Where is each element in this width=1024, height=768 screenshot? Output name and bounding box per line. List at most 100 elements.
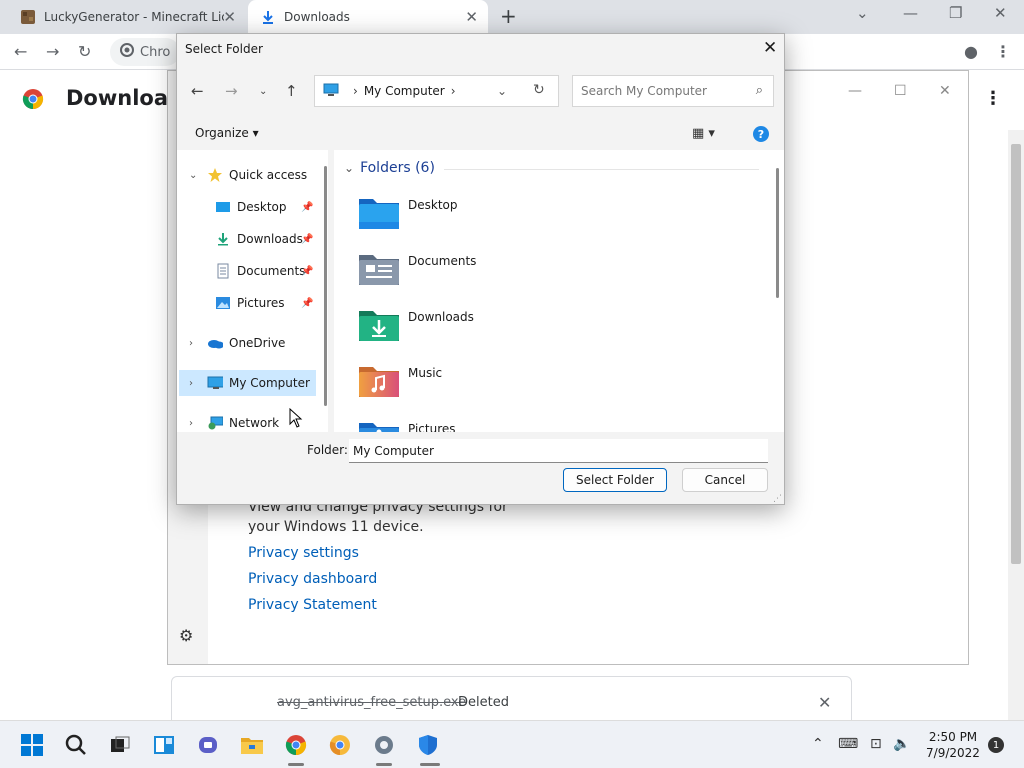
navigation-pane: ⌄ Quick access Desktop 📌 Downloads 📌 Doc… — [177, 150, 324, 432]
search-box[interactable]: Search My Computer ⌕ — [572, 75, 774, 107]
windows-security-icon[interactable] — [416, 733, 440, 757]
nav-downloads[interactable]: Downloads 📌 — [215, 226, 313, 252]
content-scrollbar[interactable] — [771, 150, 784, 432]
help-icon[interactable]: ? — [753, 126, 769, 142]
more-options-icon[interactable]: ⋮ — [984, 88, 1002, 109]
tab-close-icon[interactable]: ✕ — [465, 8, 478, 26]
forward-icon[interactable]: → — [46, 42, 59, 61]
download-status: Deleted — [458, 695, 509, 710]
close-window-icon[interactable]: ✕ — [994, 4, 1007, 22]
up-icon[interactable]: ↑ — [285, 82, 298, 100]
search-icon[interactable] — [64, 733, 88, 757]
restore-icon[interactable]: ❐ — [949, 4, 962, 22]
breadcrumb-location[interactable]: My Computer — [364, 84, 445, 98]
forward-icon[interactable]: → — [225, 82, 238, 100]
windows-start-icon[interactable] — [20, 733, 44, 757]
nav-pictures[interactable]: Pictures 📌 — [215, 290, 313, 316]
nav-my-computer[interactable]: › My Computer — [179, 370, 316, 396]
privacy-settings-link[interactable]: Privacy settings — [248, 545, 359, 561]
chevron-down-icon[interactable]: ⌄ — [344, 161, 354, 175]
address-bar[interactable]: › My Computer › ⌄ ↻ — [314, 75, 559, 107]
privacy-dashboard-link[interactable]: Privacy dashboard — [248, 571, 377, 587]
address-bar[interactable]: Chro — [110, 38, 180, 66]
folder-music[interactable]: Music — [358, 362, 442, 404]
minimize-icon[interactable]: — — [903, 4, 918, 22]
reload-icon[interactable]: ↻ — [78, 42, 91, 61]
cloud-icon — [207, 335, 223, 351]
tab-close-icon[interactable]: ✕ — [223, 8, 236, 26]
remove-download-icon[interactable]: ✕ — [818, 693, 831, 712]
system-clock[interactable]: 2:50 PM 7/9/2022 — [921, 729, 985, 761]
panel-minimize-icon[interactable]: — — [848, 83, 862, 99]
folder-downloads[interactable]: Downloads — [358, 306, 474, 348]
new-tab-icon[interactable]: + — [500, 4, 517, 28]
chrome-icon[interactable] — [284, 733, 308, 757]
folder-desktop[interactable]: Desktop — [358, 194, 458, 236]
organize-button[interactable]: Organize ▾ — [195, 126, 259, 140]
active-app-indicator — [288, 763, 304, 766]
scrollbar-thumb[interactable] — [776, 168, 779, 298]
folder-name-input[interactable] — [349, 439, 768, 463]
panel-maximize-icon[interactable]: ☐ — [894, 83, 907, 99]
chrome-icon — [120, 43, 134, 61]
content-pane: ⌄ Folders (6) Desktop Documents Download… — [334, 150, 771, 432]
download-filename[interactable]: avg_antivirus_free_setup.exe — [277, 695, 466, 710]
chevron-up-icon[interactable]: ⌃ — [812, 736, 824, 752]
profile-icon[interactable]: ● — [964, 42, 978, 61]
privacy-statement-link[interactable]: Privacy Statement — [248, 597, 377, 613]
scrollbar-thumb[interactable] — [1011, 144, 1021, 564]
desktop-icon — [215, 199, 231, 215]
pin-icon: 📌 — [301, 297, 314, 309]
network-status-icon[interactable]: ⊡ — [870, 736, 882, 752]
cancel-button[interactable]: Cancel — [682, 468, 768, 492]
widgets-icon[interactable] — [152, 733, 176, 757]
nav-quick-access[interactable]: ⌄ Quick access — [189, 162, 307, 188]
gear-icon[interactable]: ⚙ — [179, 626, 193, 645]
back-icon[interactable]: ← — [14, 42, 27, 61]
nav-documents[interactable]: Documents 📌 — [215, 258, 313, 284]
expand-chevron-icon[interactable]: › — [189, 418, 199, 429]
nav-label: Downloads — [237, 232, 303, 246]
chevron-down-icon[interactable]: ⌄ — [856, 4, 869, 22]
notification-badge[interactable]: 1 — [988, 737, 1004, 753]
keyboard-icon[interactable]: ⌨ — [838, 736, 858, 752]
dialog-close-icon[interactable]: ✕ — [763, 38, 777, 58]
folders-group-header[interactable]: ⌄ Folders (6) — [344, 160, 759, 176]
expand-chevron-icon[interactable]: › — [189, 378, 199, 389]
document-icon — [215, 263, 231, 279]
search-placeholder: Search My Computer — [581, 84, 707, 98]
task-view-icon[interactable] — [108, 733, 132, 757]
view-options-icon[interactable]: ▦ ▾ — [692, 126, 715, 141]
active-app-indicator — [376, 763, 392, 766]
teams-chat-icon[interactable] — [196, 733, 220, 757]
select-folder-button[interactable]: Select Folder — [563, 468, 667, 492]
search-icon[interactable]: ⌕ — [756, 83, 763, 98]
clock-time: 2:50 PM — [928, 730, 978, 744]
file-explorer-icon[interactable] — [240, 733, 264, 757]
page-scrollbar[interactable] — [1008, 130, 1024, 720]
menu-icon[interactable]: ⋮ — [995, 42, 1011, 61]
settings-gear-icon[interactable] — [372, 733, 396, 757]
refresh-icon[interactable]: ↻ — [533, 82, 545, 98]
tab-luckygenerator[interactable]: LuckyGenerator - Minecraft Licen ✕ — [8, 0, 246, 34]
expand-chevron-icon[interactable]: › — [189, 338, 199, 349]
resize-grip-icon[interactable]: ⋰ — [773, 494, 782, 504]
panel-close-icon[interactable]: ✕ — [939, 83, 951, 99]
nav-desktop[interactable]: Desktop 📌 — [215, 194, 313, 220]
back-icon[interactable]: ← — [191, 82, 204, 100]
folder-pictures[interactable]: Pictures — [358, 418, 456, 432]
scrollbar-thumb[interactable] — [324, 166, 327, 406]
group-divider — [444, 169, 759, 170]
volume-icon[interactable]: 🔈 — [893, 736, 910, 752]
tab-downloads[interactable]: Downloads ✕ — [248, 0, 488, 34]
nav-network[interactable]: › Network — [189, 410, 279, 436]
nav-onedrive[interactable]: › OneDrive — [189, 330, 285, 356]
folder-documents[interactable]: Documents — [358, 250, 476, 292]
computer-icon — [207, 375, 223, 391]
command-bar: Organize ▾ ▦ ▾ ? — [177, 118, 784, 148]
nav-label: Desktop — [237, 200, 287, 214]
expand-chevron-icon[interactable]: ⌄ — [189, 170, 199, 181]
chrome-canary-icon[interactable] — [328, 733, 352, 757]
recent-locations-icon[interactable]: ⌄ — [259, 86, 267, 97]
chevron-down-icon[interactable]: ⌄ — [497, 84, 507, 98]
